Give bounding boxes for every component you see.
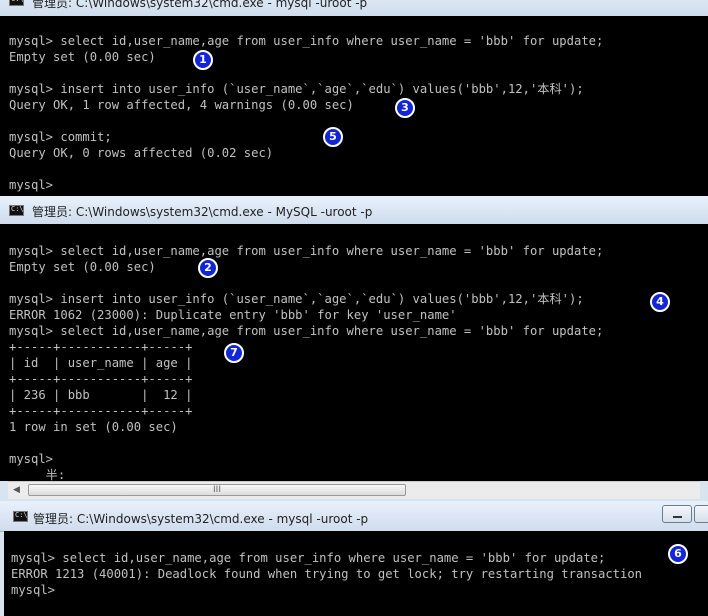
middle-console-output[interactable]: mysql> select id,user_name,age from user… — [0, 224, 708, 482]
console-line: mysql> — [11, 583, 56, 597]
step-badge: 4 — [650, 292, 670, 312]
step-badge: 6 — [668, 544, 688, 564]
minimize-icon — [673, 516, 682, 518]
middle-console-window: 管理员: C:\Windows\system32\cmd.exe - MySQL… — [0, 196, 708, 501]
top-window-titlebar[interactable]: 管理员: C:\Windows\system32\cmd.exe - mysql… — [0, 0, 708, 17]
scrollbar-thumb[interactable]: III — [28, 484, 406, 496]
bottom-console-output[interactable]: mysql> select id,user_name,age from user… — [4, 531, 708, 616]
console-line: mysql> — [9, 452, 54, 466]
result-table-line: | id | user_name | age | — [9, 356, 193, 370]
middle-window-titlebar[interactable]: 管理员: C:\Windows\system32\cmd.exe - MySQL… — [0, 196, 708, 225]
step-badge: 7 — [224, 343, 244, 363]
top-window-title: 管理员: C:\Windows\system32\cmd.exe - mysql… — [32, 0, 368, 10]
console-line: mysql> — [9, 178, 54, 192]
horizontal-scrollbar[interactable]: ◀ III — [8, 481, 700, 499]
scroll-left-arrow-icon[interactable]: ◀ — [8, 482, 25, 499]
console-line: mysql> insert into user_info (`user_name… — [9, 292, 584, 306]
console-line: ERROR 1062 (23000): Duplicate entry 'bbb… — [9, 308, 457, 322]
console-line: 1 row in set (0.00 sec) — [9, 420, 178, 434]
result-table-line: +-----+-----------+-----+ — [9, 372, 193, 386]
top-console-output[interactable]: mysql> select id,user_name,age from user… — [0, 16, 708, 196]
console-line: mysql> select id,user_name,age from user… — [9, 324, 604, 338]
console-line: mysql> commit; — [9, 130, 112, 144]
top-console-window: 管理员: C:\Windows\system32\cmd.exe - mysql… — [0, 0, 708, 196]
console-line: mysql> select id,user_name,age from user… — [11, 551, 606, 565]
result-table-line: | 236 | bbb | 12 | — [9, 388, 193, 402]
console-line: ERROR 1213 (40001): Deadlock found when … — [11, 567, 643, 581]
step-badge: 2 — [198, 258, 218, 278]
bottom-console-window: 管理员: C:\Windows\system32\cmd.exe - mysql… — [0, 501, 708, 616]
bottom-window-titlebar[interactable]: 管理员: C:\Windows\system32\cmd.exe - mysql… — [0, 501, 708, 532]
console-icon — [9, 0, 24, 6]
console-line: Empty set (0.00 sec) — [9, 260, 156, 274]
middle-window-title: 管理员: C:\Windows\system32\cmd.exe - MySQL… — [32, 205, 373, 219]
console-line: mysql> insert into user_info (`user_name… — [9, 82, 584, 96]
minimize-button[interactable] — [662, 505, 692, 523]
console-line: Query OK, 0 rows affected (0.02 sec) — [9, 146, 274, 160]
console-line: mysql> select id,user_name,age from user… — [9, 244, 604, 258]
console-line: Empty set (0.00 sec) — [9, 50, 156, 64]
console-icon — [13, 511, 28, 522]
step-badge: 5 — [323, 127, 343, 147]
result-table-line: +-----+-----------+-----+ — [9, 340, 193, 354]
step-badge: 1 — [193, 50, 213, 70]
console-icon — [9, 205, 24, 216]
maximize-button[interactable] — [694, 505, 708, 523]
bottom-window-title: 管理员: C:\Windows\system32\cmd.exe - mysql… — [33, 512, 369, 526]
console-line: mysql> select id,user_name,age from user… — [9, 34, 604, 48]
step-badge: 3 — [395, 98, 415, 118]
result-table-line: +-----+-----------+-----+ — [9, 404, 193, 418]
console-line: Query OK, 1 row affected, 4 warnings (0.… — [9, 98, 354, 112]
